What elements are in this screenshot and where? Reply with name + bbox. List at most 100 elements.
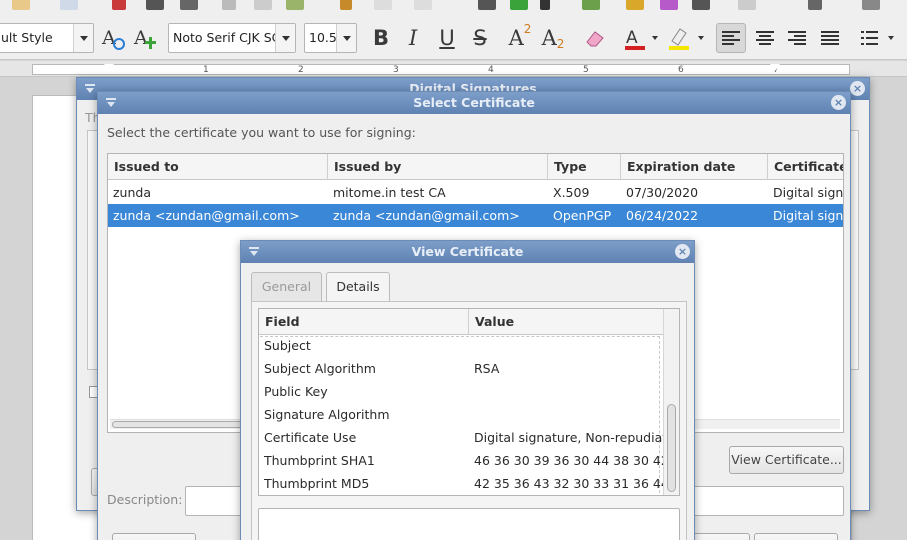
detail-row[interactable]: Subject Algorithm RSA	[259, 357, 663, 380]
print-preview-icon[interactable]	[180, 0, 198, 10]
insert-table-icon[interactable]	[582, 0, 600, 10]
field-name: Subject Algorithm	[264, 361, 376, 376]
scrollbar-thumb[interactable]	[667, 404, 676, 492]
font-name-combo[interactable]: Noto Serif CJK SC	[168, 23, 296, 53]
view-certificate-titlebar[interactable]: View Certificate ×	[241, 241, 694, 263]
view-certificate-title: View Certificate	[411, 244, 524, 259]
chevron-down-icon[interactable]	[336, 24, 356, 52]
column-issued-to[interactable]: Issued to	[108, 154, 328, 180]
align-right-icon[interactable]	[782, 23, 812, 53]
ok-button[interactable]	[690, 533, 750, 540]
font-size-combo[interactable]: 10.5	[304, 23, 357, 53]
window-menu-icon[interactable]	[85, 84, 95, 94]
update-style-icon[interactable]: A	[98, 23, 128, 53]
fontwork-icon[interactable]	[692, 0, 710, 10]
column-expiration-date[interactable]: Expiration date	[621, 154, 768, 180]
superscript-letter: A	[508, 26, 524, 50]
view-certificate-button[interactable]: View Certificate...	[729, 446, 844, 474]
save-icon[interactable]	[60, 0, 78, 10]
detail-row[interactable]: Thumbprint MD5 42 35 36 43 32 30 33 31 36…	[259, 472, 663, 495]
justify-icon[interactable]	[815, 23, 845, 53]
font-name-value: Noto Serif CJK SC	[173, 30, 281, 45]
align-left-icon[interactable]	[716, 23, 746, 53]
detail-row[interactable]: Signature Algorithm	[259, 403, 663, 426]
bullet-list-dropdown[interactable]	[884, 23, 898, 53]
certificate-details-table[interactable]: Field Value Subject Subject Algorithm RSA…	[258, 308, 680, 496]
font-color-swatch	[625, 46, 645, 50]
column-issued-by[interactable]: Issued by	[328, 154, 548, 180]
new-style-icon[interactable]: A	[130, 23, 160, 53]
paste-icon[interactable]	[286, 0, 304, 10]
column-type[interactable]: Type	[548, 154, 621, 180]
right-indent-marker[interactable]	[770, 64, 780, 71]
help-button[interactable]	[112, 533, 196, 540]
hyperlink-icon[interactable]	[862, 0, 880, 10]
cancel-button[interactable]	[754, 533, 838, 540]
close-icon[interactable]: ×	[850, 81, 865, 96]
window-menu-icon[interactable]	[106, 98, 116, 108]
insert-image-icon[interactable]	[626, 0, 644, 10]
field-name: Subject	[264, 338, 311, 353]
cut-icon[interactable]	[222, 0, 236, 10]
font-color-letter: A	[626, 28, 638, 48]
select-certificate-titlebar[interactable]: Select Certificate ×	[98, 92, 850, 114]
window-menu-icon[interactable]	[249, 247, 259, 257]
font-color-dropdown[interactable]	[648, 23, 662, 53]
chevron-down-icon[interactable]	[73, 24, 93, 52]
detail-row[interactable]: Public Key	[259, 380, 663, 403]
clear-formatting-icon[interactable]	[580, 23, 610, 53]
font-color-button[interactable]: A	[620, 23, 650, 53]
formatting-marks-icon[interactable]	[540, 0, 550, 10]
italic-button[interactable]: I	[398, 23, 428, 53]
column-value[interactable]: Value	[469, 309, 663, 335]
underline-button[interactable]: U	[432, 23, 462, 53]
select-certificate-title: Select Certificate	[413, 95, 535, 110]
folder-icon[interactable]	[12, 0, 30, 10]
tab-general[interactable]: General	[251, 272, 322, 301]
column-field[interactable]: Field	[259, 309, 469, 335]
horizontal-ruler[interactable]: 1 2 3 4 5 6 7	[0, 61, 907, 77]
cell-type: X.509	[553, 185, 590, 200]
bold-button[interactable]: B	[366, 23, 396, 53]
field-icon[interactable]	[738, 0, 756, 10]
highlight-color-button[interactable]	[664, 23, 694, 53]
redo-icon[interactable]	[414, 0, 432, 10]
insert-chart-icon[interactable]	[660, 0, 678, 10]
instruction-label: Select the certificate you want to use f…	[107, 125, 416, 140]
left-indent-marker[interactable]	[104, 64, 114, 71]
export-pdf-icon[interactable]	[112, 0, 126, 10]
paragraph-style-combo[interactable]: ult Style	[0, 23, 94, 53]
tab-details[interactable]: Details	[326, 272, 390, 301]
undo-icon[interactable]	[374, 0, 392, 10]
copy-icon[interactable]	[254, 0, 272, 10]
detail-row[interactable]: Certificate Use Digital signature, Non-re…	[259, 426, 663, 449]
close-icon[interactable]: ×	[675, 244, 690, 259]
align-center-icon[interactable]	[750, 23, 780, 53]
highlight-color-dropdown[interactable]	[694, 23, 708, 53]
vertical-scrollbar[interactable]	[663, 309, 679, 495]
strikethrough-button[interactable]: S	[465, 23, 495, 53]
chevron-down-icon[interactable]	[275, 24, 295, 52]
ruler-mark: 4	[488, 65, 494, 75]
chevron-down-icon	[698, 36, 704, 40]
detail-row[interactable]: Subject	[259, 334, 663, 357]
clone-formatting-icon[interactable]	[340, 0, 352, 10]
field-value-textarea[interactable]	[258, 508, 680, 540]
bullet-list-icon[interactable]	[856, 23, 886, 53]
ruler-mark: 3	[393, 65, 399, 75]
spellcheck-icon[interactable]	[510, 0, 528, 10]
detail-row[interactable]: Thumbprint SHA1 46 36 30 39 36 30 44 38 3…	[259, 449, 663, 472]
table-row-selected[interactable]: zunda <zundan@gmail.com> zunda <zundan@g…	[108, 204, 843, 227]
field-name: Certificate Use	[264, 430, 357, 445]
description-label: Description:	[107, 492, 183, 507]
subscript-letter: A	[541, 26, 557, 50]
special-character-icon[interactable]	[808, 0, 822, 10]
subscript-mark: 2	[556, 37, 565, 51]
column-certificate-use[interactable]: Certificate u	[768, 154, 843, 180]
superscript-button[interactable]: A2	[505, 22, 535, 53]
subscript-button[interactable]: A2	[538, 23, 568, 53]
find-replace-icon[interactable]	[478, 0, 496, 10]
close-icon[interactable]: ×	[831, 95, 846, 110]
print-icon[interactable]	[146, 0, 164, 10]
table-row[interactable]: zunda mitome.in test CA X.509 07/30/2020…	[108, 181, 843, 204]
